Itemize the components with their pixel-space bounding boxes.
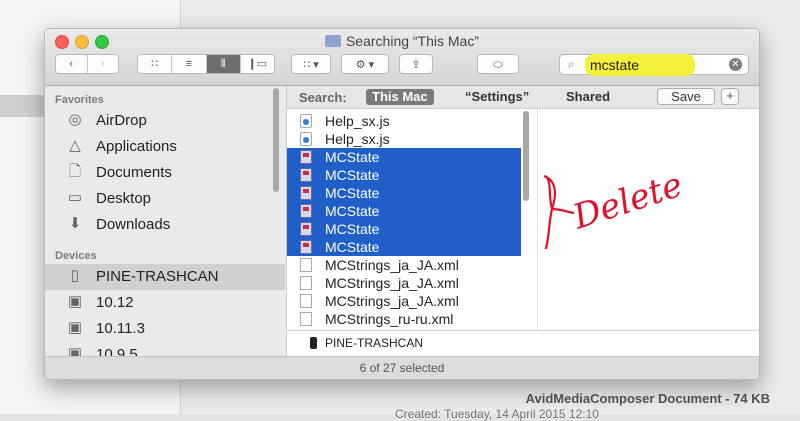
disk-icon: ▣ — [67, 345, 83, 356]
finder-window: Searching “This Mac” ‹ › ∷ ≡ ⫴ ❙▭ ∷ ▾ ⚙ … — [44, 28, 760, 380]
list-item-label: Help_sx.js — [325, 131, 390, 147]
list-item-label: MCStrings_ja_JA.xml — [325, 257, 459, 273]
application-icon — [300, 240, 312, 254]
smart-folder-icon — [324, 35, 341, 47]
search-input[interactable]: mcstate — [590, 57, 639, 73]
results-scrollbar[interactable] — [523, 111, 529, 201]
search-results-list: Help_sx.js Help_sx.js MCState MCState MCStat… — [287, 109, 537, 329]
documents-icon: 🗋 — [68, 163, 82, 180]
sidebar-item-10-11-3[interactable]: ▣ 10.11.3 — [45, 316, 285, 342]
add-criteria-button[interactable]: + — [721, 88, 739, 105]
javascript-file-icon — [300, 114, 312, 128]
preview-column: Delete — [537, 109, 759, 329]
back-forward-control[interactable]: ‹ › — [55, 54, 119, 74]
list-item-label: MCState — [325, 221, 380, 237]
document-icon — [300, 312, 312, 326]
devices-header: Devices — [55, 250, 97, 262]
tags-button[interactable]: ⬭ — [477, 54, 519, 74]
back-button[interactable]: ‹ — [56, 55, 88, 73]
application-icon — [300, 222, 312, 236]
sidebar-item-airdrop[interactable]: ◎ AirDrop — [45, 108, 285, 134]
list-item[interactable]: MCState — [287, 238, 521, 256]
arrange-menu-button[interactable]: ∷ ▾ — [291, 54, 331, 74]
list-item-label: MCState — [325, 185, 380, 201]
sidebar: Favorites ◎ AirDrop △ Applications 🗋 Doc… — [45, 86, 287, 356]
annotation-brace — [543, 174, 575, 249]
sidebar-item-desktop[interactable]: ▭ Desktop — [45, 186, 285, 212]
scope-shared[interactable]: Shared — [560, 89, 616, 105]
scope-label: Search: — [299, 90, 347, 105]
cover-flow-icon[interactable]: ❙▭ — [241, 55, 274, 73]
path-item[interactable]: PINE-TRASHCAN — [325, 336, 423, 350]
search-icon: ⌕ — [568, 57, 575, 71]
list-item-label: Help_sx.js — [325, 113, 390, 129]
sidebar-item-documents[interactable]: 🗋 Documents — [45, 160, 285, 186]
forward-button[interactable]: › — [88, 55, 119, 73]
list-item-label: MCStrings_ja_JA.xml — [325, 275, 459, 291]
applications-icon: △ — [69, 137, 81, 154]
sidebar-item-10-12[interactable]: ▣ 10.12 — [45, 290, 285, 316]
search-scope-bar: Search: This Mac “Settings” Shared Save … — [287, 86, 759, 109]
application-icon — [300, 150, 312, 164]
list-item-label: MCState — [325, 203, 380, 219]
scope-this-mac[interactable]: This Mac — [366, 89, 434, 105]
window-title: Searching “This Mac” — [45, 33, 759, 49]
handwritten-annotation: Delete — [543, 165, 687, 249]
list-item[interactable]: MCStrings_ja_JA.xml — [287, 274, 521, 292]
desktop-icon: ▭ — [67, 189, 83, 206]
path-bar: PINE-TRASHCAN — [287, 330, 759, 356]
application-icon — [300, 186, 312, 200]
background-info-line-2: Created: Tuesday, 14 April 2015 12:10 — [395, 407, 599, 421]
share-button[interactable]: ⇪ — [399, 54, 433, 74]
search-field[interactable]: ⌕ mcstate ✕ — [559, 54, 749, 76]
sidebar-item-applications[interactable]: △ Applications — [45, 134, 285, 160]
list-item[interactable]: MCState — [287, 220, 521, 238]
document-icon — [300, 294, 312, 308]
list-item-label: MCStrings_ru-ru.xml — [325, 311, 454, 327]
sidebar-item-10-9-5[interactable]: ▣ 10.9.5 — [45, 342, 285, 356]
document-icon — [300, 276, 312, 290]
sidebar-item-pine-trashcan[interactable]: ▯ PINE-TRASHCAN — [45, 264, 285, 290]
list-item[interactable]: MCState — [287, 184, 521, 202]
sidebar-item-downloads[interactable]: ⬇ Downloads — [45, 212, 285, 238]
title-bar: Searching “This Mac” ‹ › ∷ ≡ ⫴ ❙▭ ∷ ▾ ⚙ … — [45, 29, 759, 86]
column-view-icon[interactable]: ⫴ — [206, 55, 241, 73]
airdrop-icon: ◎ — [68, 111, 82, 128]
javascript-file-icon — [300, 132, 312, 146]
list-item[interactable]: MCState — [287, 166, 521, 184]
list-item[interactable]: Help_sx.js — [287, 130, 521, 148]
list-item[interactable]: Help_sx.js — [287, 112, 521, 130]
list-item[interactable]: MCState — [287, 202, 521, 220]
view-mode-control[interactable]: ∷ ≡ ⫴ ❙▭ — [137, 54, 275, 74]
list-item-label: MCState — [325, 239, 380, 255]
computer-icon: ▯ — [70, 267, 80, 284]
list-view-icon[interactable]: ≡ — [172, 55, 207, 73]
computer-icon — [310, 337, 317, 349]
favorites-header: Favorites — [55, 94, 104, 106]
disk-icon: ▣ — [67, 319, 83, 336]
application-icon — [300, 168, 312, 182]
save-search-button[interactable]: Save — [657, 88, 715, 105]
list-item[interactable]: MCStrings_ja_JA.xml — [287, 256, 521, 274]
application-icon — [300, 204, 312, 218]
sidebar-scrollbar[interactable] — [273, 88, 279, 192]
action-menu-button[interactable]: ⚙ ▾ — [341, 54, 389, 74]
annotation-text: Delete — [567, 165, 687, 238]
document-icon — [300, 258, 312, 272]
status-bar: 6 of 27 selected — [45, 356, 759, 379]
list-item[interactable]: MCStrings_ja_JA.xml — [287, 292, 521, 310]
list-item[interactable]: MCState — [287, 148, 521, 166]
list-item-label: MCState — [325, 167, 380, 183]
downloads-icon: ⬇ — [68, 215, 82, 232]
background-info-line: AvidMediaComposer Document - 74 KB — [525, 391, 770, 406]
scope-settings[interactable]: “Settings” — [459, 89, 535, 105]
list-item-label: MCStrings_ja_JA.xml — [325, 293, 459, 309]
list-item-label: MCState — [325, 149, 380, 165]
clear-search-icon[interactable]: ✕ — [729, 58, 742, 71]
icon-view-icon[interactable]: ∷ — [138, 55, 173, 73]
disk-icon: ▣ — [67, 293, 83, 310]
list-item[interactable]: MCStrings_ru-ru.xml — [287, 328, 521, 329]
list-item[interactable]: MCStrings_ru-ru.xml — [287, 310, 521, 328]
